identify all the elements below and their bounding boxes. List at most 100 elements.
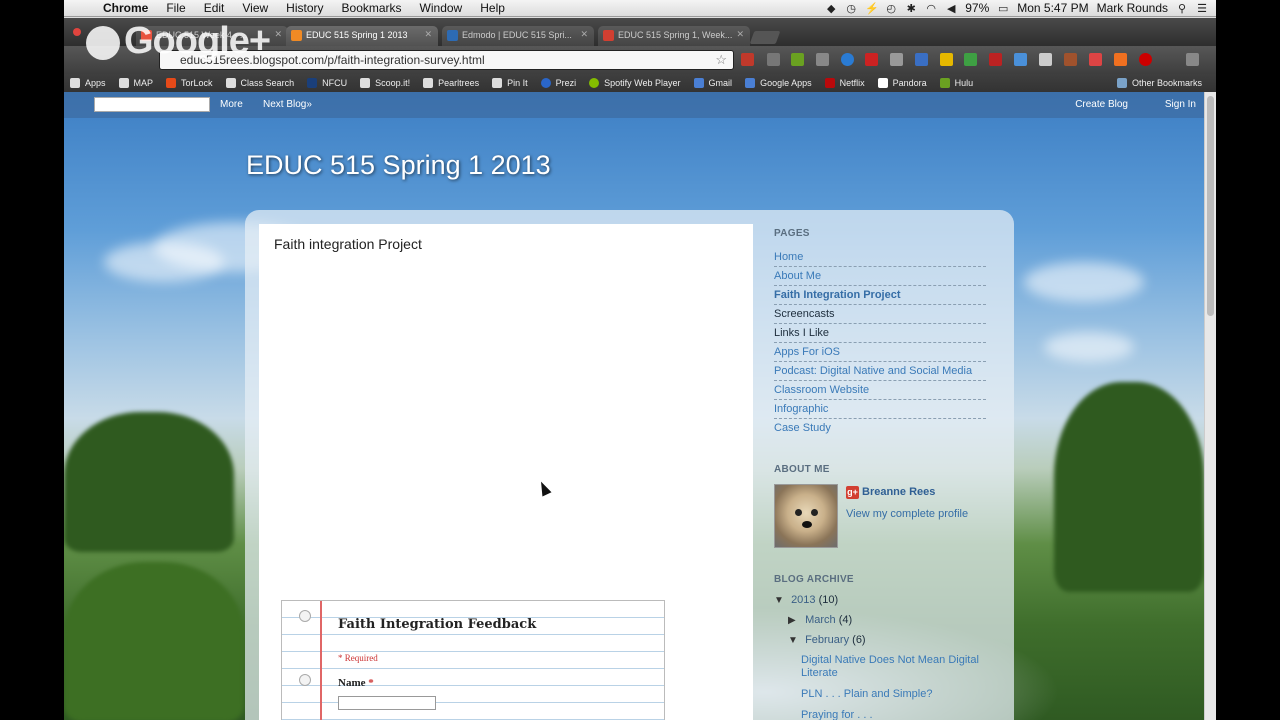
tab-close-icon[interactable]: ✕ <box>580 29 588 40</box>
tab-close-icon[interactable]: ✕ <box>424 29 432 40</box>
menubar-user[interactable]: Mark Rounds <box>1097 1 1168 15</box>
bookmark-spotify[interactable]: Spotify Web Player <box>589 78 681 88</box>
extension-feather-icon[interactable] <box>1114 53 1127 66</box>
extension-pocket-icon[interactable] <box>890 53 903 66</box>
page-scrollbar[interactable] <box>1204 92 1216 720</box>
menubar-clock[interactable]: Mon 5:47 PM <box>1017 1 1088 15</box>
bookmark-google-apps[interactable]: Google Apps <box>745 78 812 88</box>
chrome-menu-icon[interactable] <box>1186 53 1199 66</box>
extension-it-icon[interactable] <box>791 53 804 66</box>
page-link-apps-ios[interactable]: Apps For iOS <box>774 343 986 362</box>
bookmark-scoopit[interactable]: Scoop.it! <box>360 78 410 88</box>
close-window-icon[interactable] <box>73 28 81 36</box>
bookmark-gmail[interactable]: Gmail <box>693 78 732 88</box>
archive-year-link[interactable]: 2013 <box>791 594 815 606</box>
bookmark-pandora[interactable]: Pandora <box>877 78 927 88</box>
tab-4[interactable]: EDUC 515 Spring 1, Week... ✕ <box>598 26 750 46</box>
page-link-faith-integration[interactable]: Faith Integration Project <box>774 286 986 305</box>
menu-view[interactable]: View <box>233 1 277 15</box>
menu-app-name[interactable]: Chrome <box>94 1 157 15</box>
menu-bookmarks[interactable]: Bookmarks <box>333 1 411 15</box>
page-link-screencasts[interactable]: Screencasts <box>774 305 986 324</box>
extension-green-icon[interactable] <box>964 53 977 66</box>
spotlight-icon[interactable]: ⚲ <box>1176 2 1188 15</box>
bookmark-hulu[interactable]: Hulu <box>939 78 973 88</box>
page-link-case-study[interactable]: Case Study <box>774 419 986 438</box>
bookmark-pinit[interactable]: Pin It <box>492 78 528 88</box>
extension-drive-icon[interactable] <box>940 53 953 66</box>
blog-title[interactable]: EDUC 515 Spring 1 2013 <box>246 150 551 181</box>
dropbox-icon[interactable]: ◆ <box>825 2 837 15</box>
tab-3[interactable]: Edmodo | EDUC 515 Spri... ✕ <box>442 26 594 46</box>
bookmark-pearltrees[interactable]: Pearltrees <box>423 78 479 88</box>
menu-window[interactable]: Window <box>411 1 472 15</box>
volume-icon[interactable]: ◀ <box>945 2 957 15</box>
tab-2-active[interactable]: EDUC 515 Spring 1 2013 ✕ <box>286 26 438 46</box>
tab-close-icon[interactable]: ✕ <box>274 29 282 40</box>
archive-month-link[interactable]: March <box>805 614 836 626</box>
extension-star-icon[interactable] <box>841 53 854 66</box>
archive-year[interactable]: ▼ 2013 (10) <box>774 594 986 614</box>
battery-percent[interactable]: 97% <box>965 1 989 15</box>
extension-gplus-icon[interactable] <box>741 53 754 66</box>
new-tab-button[interactable] <box>749 31 781 44</box>
archive-month-march[interactable]: ▶ March (4) <box>774 614 986 634</box>
extension-translate-icon[interactable] <box>1014 53 1027 66</box>
page-link-home[interactable]: Home <box>774 248 986 267</box>
page-link-podcast[interactable]: Podcast: Digital Native and Social Media <box>774 362 986 381</box>
triangle-down-icon[interactable]: ▼ <box>788 635 802 646</box>
archive-month-february[interactable]: ▼ February (6) <box>774 634 986 654</box>
create-blog-link[interactable]: Create Blog <box>1075 99 1128 110</box>
extension-pin-icon[interactable] <box>865 53 878 66</box>
bookmark-label: Prezi <box>555 78 577 88</box>
extension-cloud-icon[interactable] <box>1039 53 1052 66</box>
wifi-icon[interactable]: ◠ <box>925 2 937 15</box>
extension-new-icon[interactable] <box>915 53 928 66</box>
page-link-about-me[interactable]: About Me <box>774 267 986 286</box>
bluetooth-icon[interactable]: ✱ <box>905 2 917 15</box>
archive-post-link[interactable]: PLN . . . Plain and Simple? <box>801 688 991 701</box>
extension-adblock-icon[interactable] <box>1139 53 1152 66</box>
bolt-icon[interactable]: ⚡ <box>865 2 879 15</box>
bookmark-other[interactable]: Other Bookmarks <box>1116 78 1202 88</box>
extension-tool-icon[interactable] <box>767 53 780 66</box>
extension-eyedropper-icon[interactable] <box>816 53 829 66</box>
bookmark-prezi[interactable]: Prezi <box>540 78 577 88</box>
bookmark-class-search[interactable]: Class Search <box>225 78 294 88</box>
timemachine-icon[interactable]: ◴ <box>885 2 897 15</box>
next-blog-link[interactable]: Next Blog» <box>263 99 312 110</box>
bookmark-torlock[interactable]: TorLock <box>166 78 213 88</box>
sign-in-link[interactable]: Sign In <box>1165 99 1196 110</box>
archive-post-link[interactable]: Praying for . . . <box>801 709 991 720</box>
notifications-icon[interactable]: ☰ <box>1196 2 1208 15</box>
extension-camera-icon[interactable] <box>1064 53 1077 66</box>
menu-help[interactable]: Help <box>471 1 514 15</box>
page-link-classroom-website[interactable]: Classroom Website <box>774 381 986 400</box>
bookmark-nfcu[interactable]: NFCU <box>307 78 347 88</box>
form-name-input[interactable] <box>338 696 436 710</box>
extension-mail-icon[interactable] <box>1089 53 1102 66</box>
tab-close-icon[interactable]: ✕ <box>736 29 744 40</box>
menu-edit[interactable]: Edit <box>195 1 234 15</box>
menu-file[interactable]: File <box>157 1 194 15</box>
page-link-links[interactable]: Links I Like <box>774 324 986 343</box>
bookmark-star-icon[interactable]: ☆ <box>715 52 727 68</box>
extension-lastpass-icon[interactable] <box>989 53 1002 66</box>
blog-search-input[interactable] <box>94 97 210 112</box>
menu-history[interactable]: History <box>277 1 332 15</box>
clock-status-icon[interactable]: ◷ <box>845 2 857 15</box>
bookmark-netflix[interactable]: Netflix <box>824 78 865 88</box>
bookmark-apps[interactable]: Apps <box>70 78 106 88</box>
avatar[interactable] <box>774 484 838 548</box>
scrollbar-thumb[interactable] <box>1207 96 1214 316</box>
view-profile-link[interactable]: View my complete profile <box>846 508 968 520</box>
page-link-infographic[interactable]: Infographic <box>774 400 986 419</box>
archive-month-link[interactable]: February <box>805 634 849 646</box>
archive-post-link[interactable]: Digital Native Does Not Mean Digital Lit… <box>801 654 991 680</box>
bookmark-map[interactable]: MAP <box>118 78 153 88</box>
triangle-right-icon[interactable]: ▶ <box>788 615 802 626</box>
triangle-down-icon[interactable]: ▼ <box>774 595 788 606</box>
more-link[interactable]: More <box>220 99 243 110</box>
profile-name-link[interactable]: Breanne Rees <box>862 486 935 498</box>
battery-icon[interactable]: ▭ <box>997 2 1009 15</box>
